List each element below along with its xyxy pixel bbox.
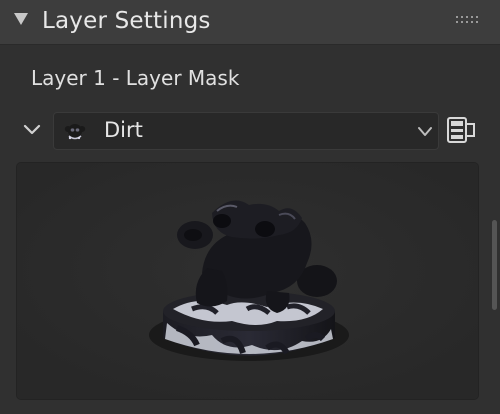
panel-title: Layer Settings xyxy=(42,8,211,34)
texture-dropdown[interactable]: Dirt xyxy=(53,112,439,150)
expand-chevron-icon[interactable] xyxy=(22,122,42,138)
film-browse-icon xyxy=(447,117,475,143)
layer-mask-label: Layer 1 - Layer Mask xyxy=(31,66,240,90)
scrollbar[interactable] xyxy=(492,220,497,310)
drag-grip-icon[interactable] xyxy=(456,16,478,28)
monkey-preview-render xyxy=(17,163,478,399)
texture-name: Dirt xyxy=(104,118,143,142)
texture-preview xyxy=(16,162,479,400)
chevron-down-icon xyxy=(416,124,434,138)
disclosure-triangle-icon[interactable] xyxy=(14,13,28,25)
panel-header[interactable]: Layer Settings xyxy=(0,0,500,45)
monkey-thumbnail-icon xyxy=(64,121,86,141)
browse-texture-button[interactable] xyxy=(445,112,477,148)
layer-settings-panel: Layer Settings Layer 1 - Layer Mask Dirt xyxy=(0,0,500,414)
